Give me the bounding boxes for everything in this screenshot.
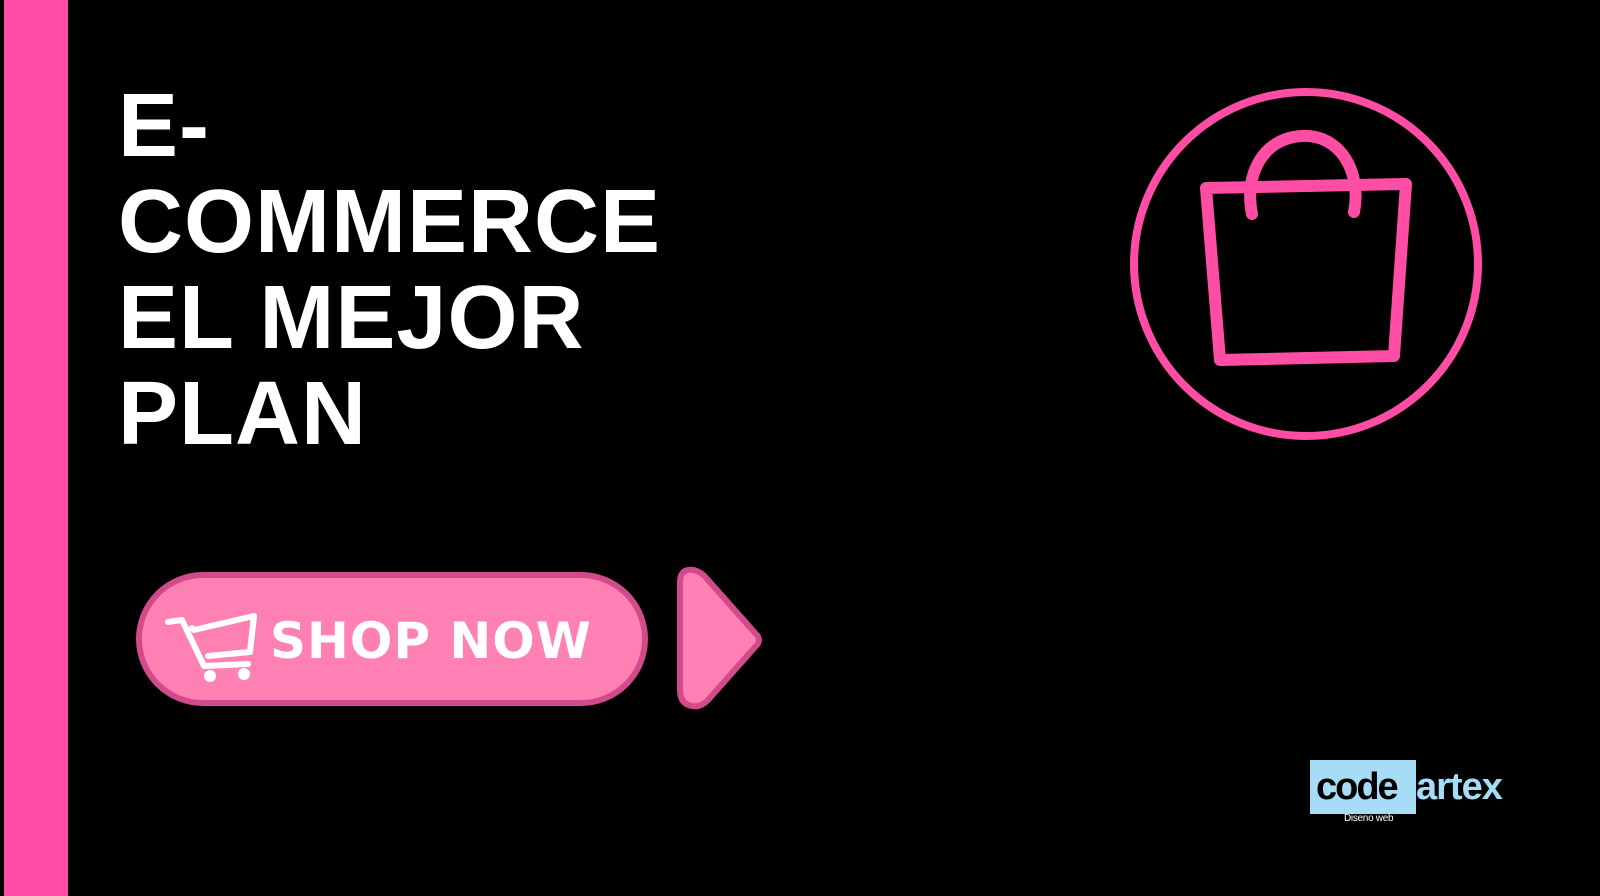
accent-stripe bbox=[4, 0, 68, 896]
shop-now-button[interactable]: SHOP NOW bbox=[136, 572, 648, 706]
headline-line-3: EL MEJOR bbox=[118, 268, 585, 368]
shopping-cart-icon bbox=[165, 613, 257, 682]
headline-line-1: E- bbox=[118, 76, 210, 176]
logo-text-artex: artex bbox=[1416, 766, 1503, 808]
headline-line-2: COMMERCE bbox=[118, 172, 661, 272]
logo-tagline: Diseno web bbox=[1344, 813, 1394, 824]
shop-now-label: SHOP NOW bbox=[270, 612, 592, 670]
logo-text-code: code bbox=[1316, 766, 1399, 808]
shopping-bag-icon bbox=[1130, 88, 1482, 440]
codeartex-logo: code artex Diseno web bbox=[1310, 760, 1530, 830]
headline: E- COMMERCE EL MEJOR PLAN bbox=[118, 78, 758, 462]
arrow-right-icon[interactable] bbox=[674, 564, 766, 712]
promo-banner: E- COMMERCE EL MEJOR PLAN SHOP NOW code … bbox=[0, 0, 1600, 896]
headline-line-4: PLAN bbox=[118, 364, 367, 464]
